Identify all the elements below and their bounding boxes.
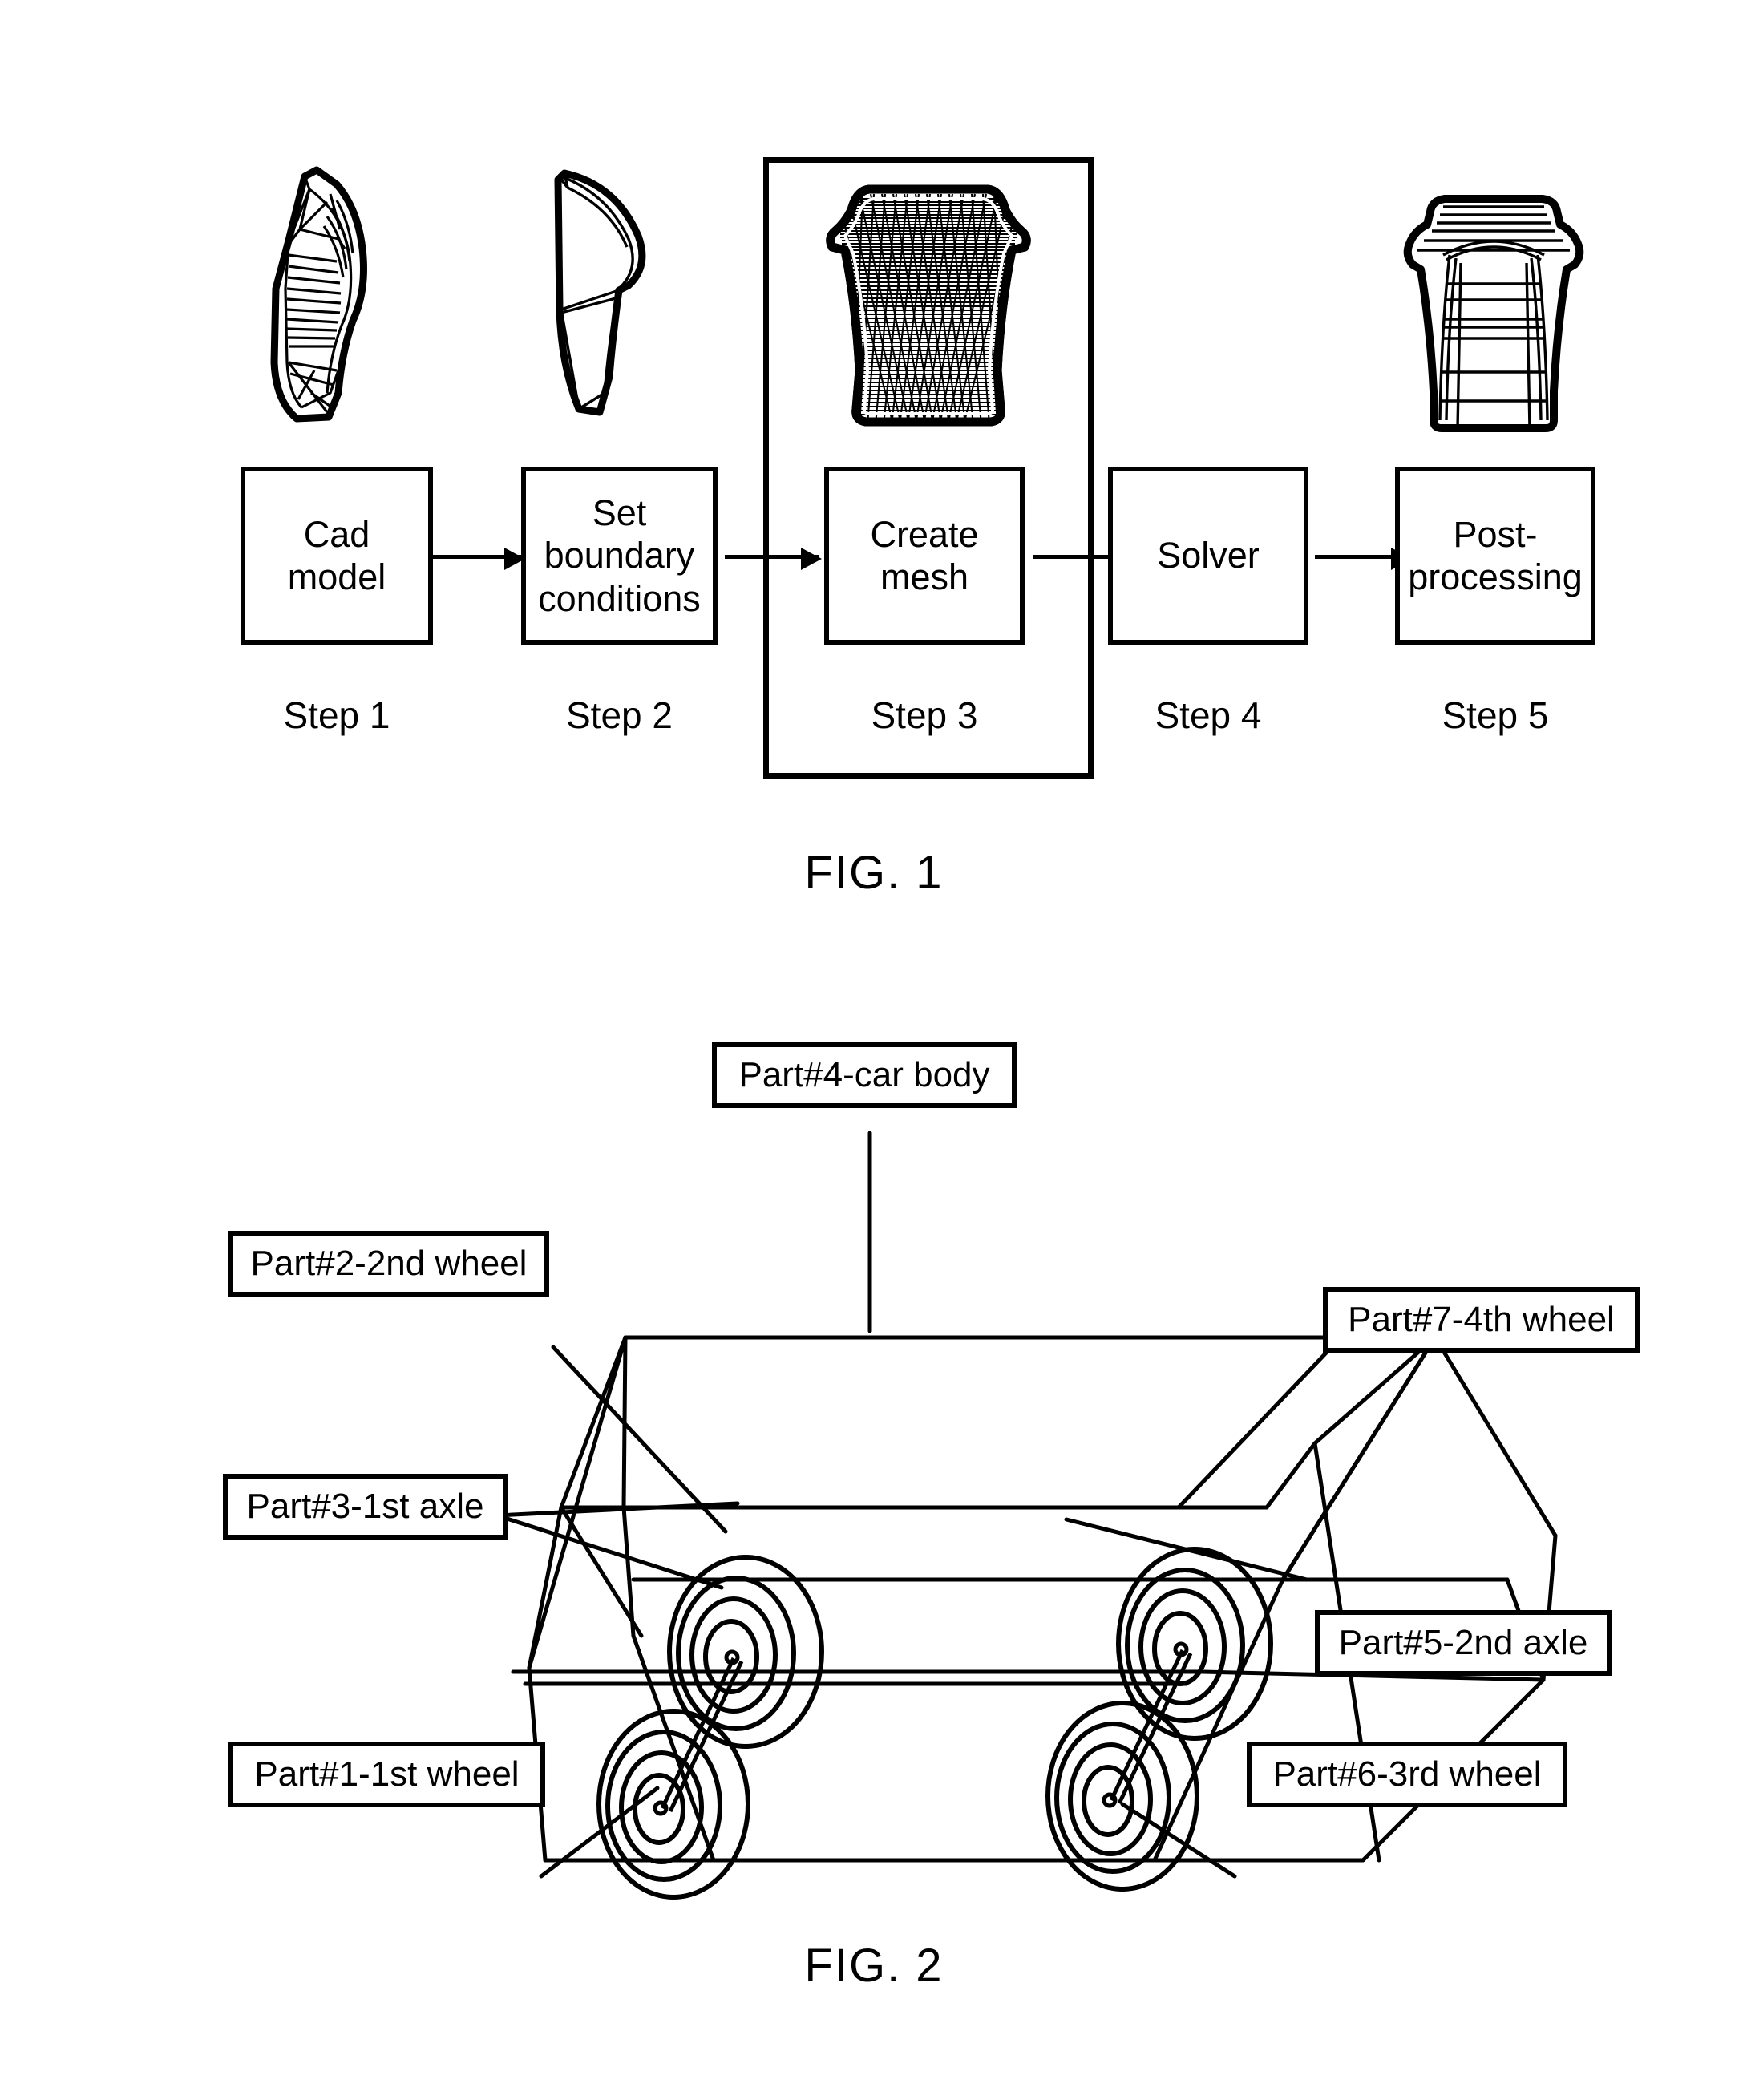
- callout-part6-label: Part#6-3rd wheel: [1272, 1754, 1542, 1794]
- callout-part4-label: Part#4-car body: [738, 1055, 990, 1095]
- callout-part5-2nd-axle[interactable]: Part#5-2nd axle: [1315, 1610, 1612, 1676]
- callout-part6-3rd-wheel[interactable]: Part#6-3rd wheel: [1247, 1742, 1567, 1807]
- callout-part7-label: Part#7-4th wheel: [1348, 1300, 1615, 1339]
- figure-2-caption: FIG. 2: [804, 1940, 944, 1992]
- callout-part2-2nd-wheel[interactable]: Part#2-2nd wheel: [228, 1231, 549, 1297]
- callout-part5-label: Part#5-2nd axle: [1338, 1623, 1588, 1662]
- art-postprocessed-blade: [1400, 191, 1587, 439]
- callout-part3-label: Part#3-1st axle: [246, 1487, 484, 1526]
- callout-part2-label: Part#2-2nd wheel: [250, 1244, 528, 1283]
- flow-box-step-3[interactable]: Create mesh: [824, 467, 1025, 645]
- step-label-3: Step 3: [871, 694, 978, 736]
- step-label-4: Step 4: [1155, 694, 1262, 736]
- step-label-1: Step 1: [283, 694, 390, 736]
- flow-box-step-3-label: Create mesh: [870, 513, 979, 597]
- callout-part1-1st-wheel[interactable]: Part#1-1st wheel: [228, 1742, 545, 1807]
- art-boundary-conditions-blade: [529, 152, 673, 441]
- callout-part1-label: Part#1-1st wheel: [254, 1754, 520, 1794]
- callout-part4-car-body[interactable]: Part#4-car body: [712, 1042, 1017, 1108]
- flow-box-step-4[interactable]: Solver: [1108, 467, 1308, 645]
- arrow-step2-step3: [725, 548, 822, 570]
- flow-box-step-2[interactable]: Set boundary conditions: [521, 467, 718, 645]
- callout-part7-4th-wheel[interactable]: Part#7-4th wheel: [1323, 1287, 1640, 1353]
- flow-box-step-5-label: Post- processing: [1408, 513, 1583, 597]
- patent-figure-page: Cad model Set boundary conditions Create…: [0, 0, 1747, 2100]
- figure-1-caption: FIG. 1: [804, 847, 944, 899]
- step-label-2: Step 2: [566, 694, 673, 736]
- arrow-step1-step2: [428, 548, 525, 570]
- callout-part3-1st-axle[interactable]: Part#3-1st axle: [223, 1474, 508, 1540]
- flow-box-step-2-label: Set boundary conditions: [538, 492, 701, 619]
- art-cad-model-blade: [241, 152, 417, 441]
- step-label-5: Step 5: [1442, 694, 1549, 736]
- flow-box-step-1[interactable]: Cad model: [241, 467, 433, 645]
- flow-box-step-5[interactable]: Post- processing: [1395, 467, 1595, 645]
- flow-box-step-4-label: Solver: [1157, 535, 1260, 577]
- flow-box-step-1-label: Cad model: [287, 513, 386, 597]
- art-meshed-blade: [821, 170, 1036, 443]
